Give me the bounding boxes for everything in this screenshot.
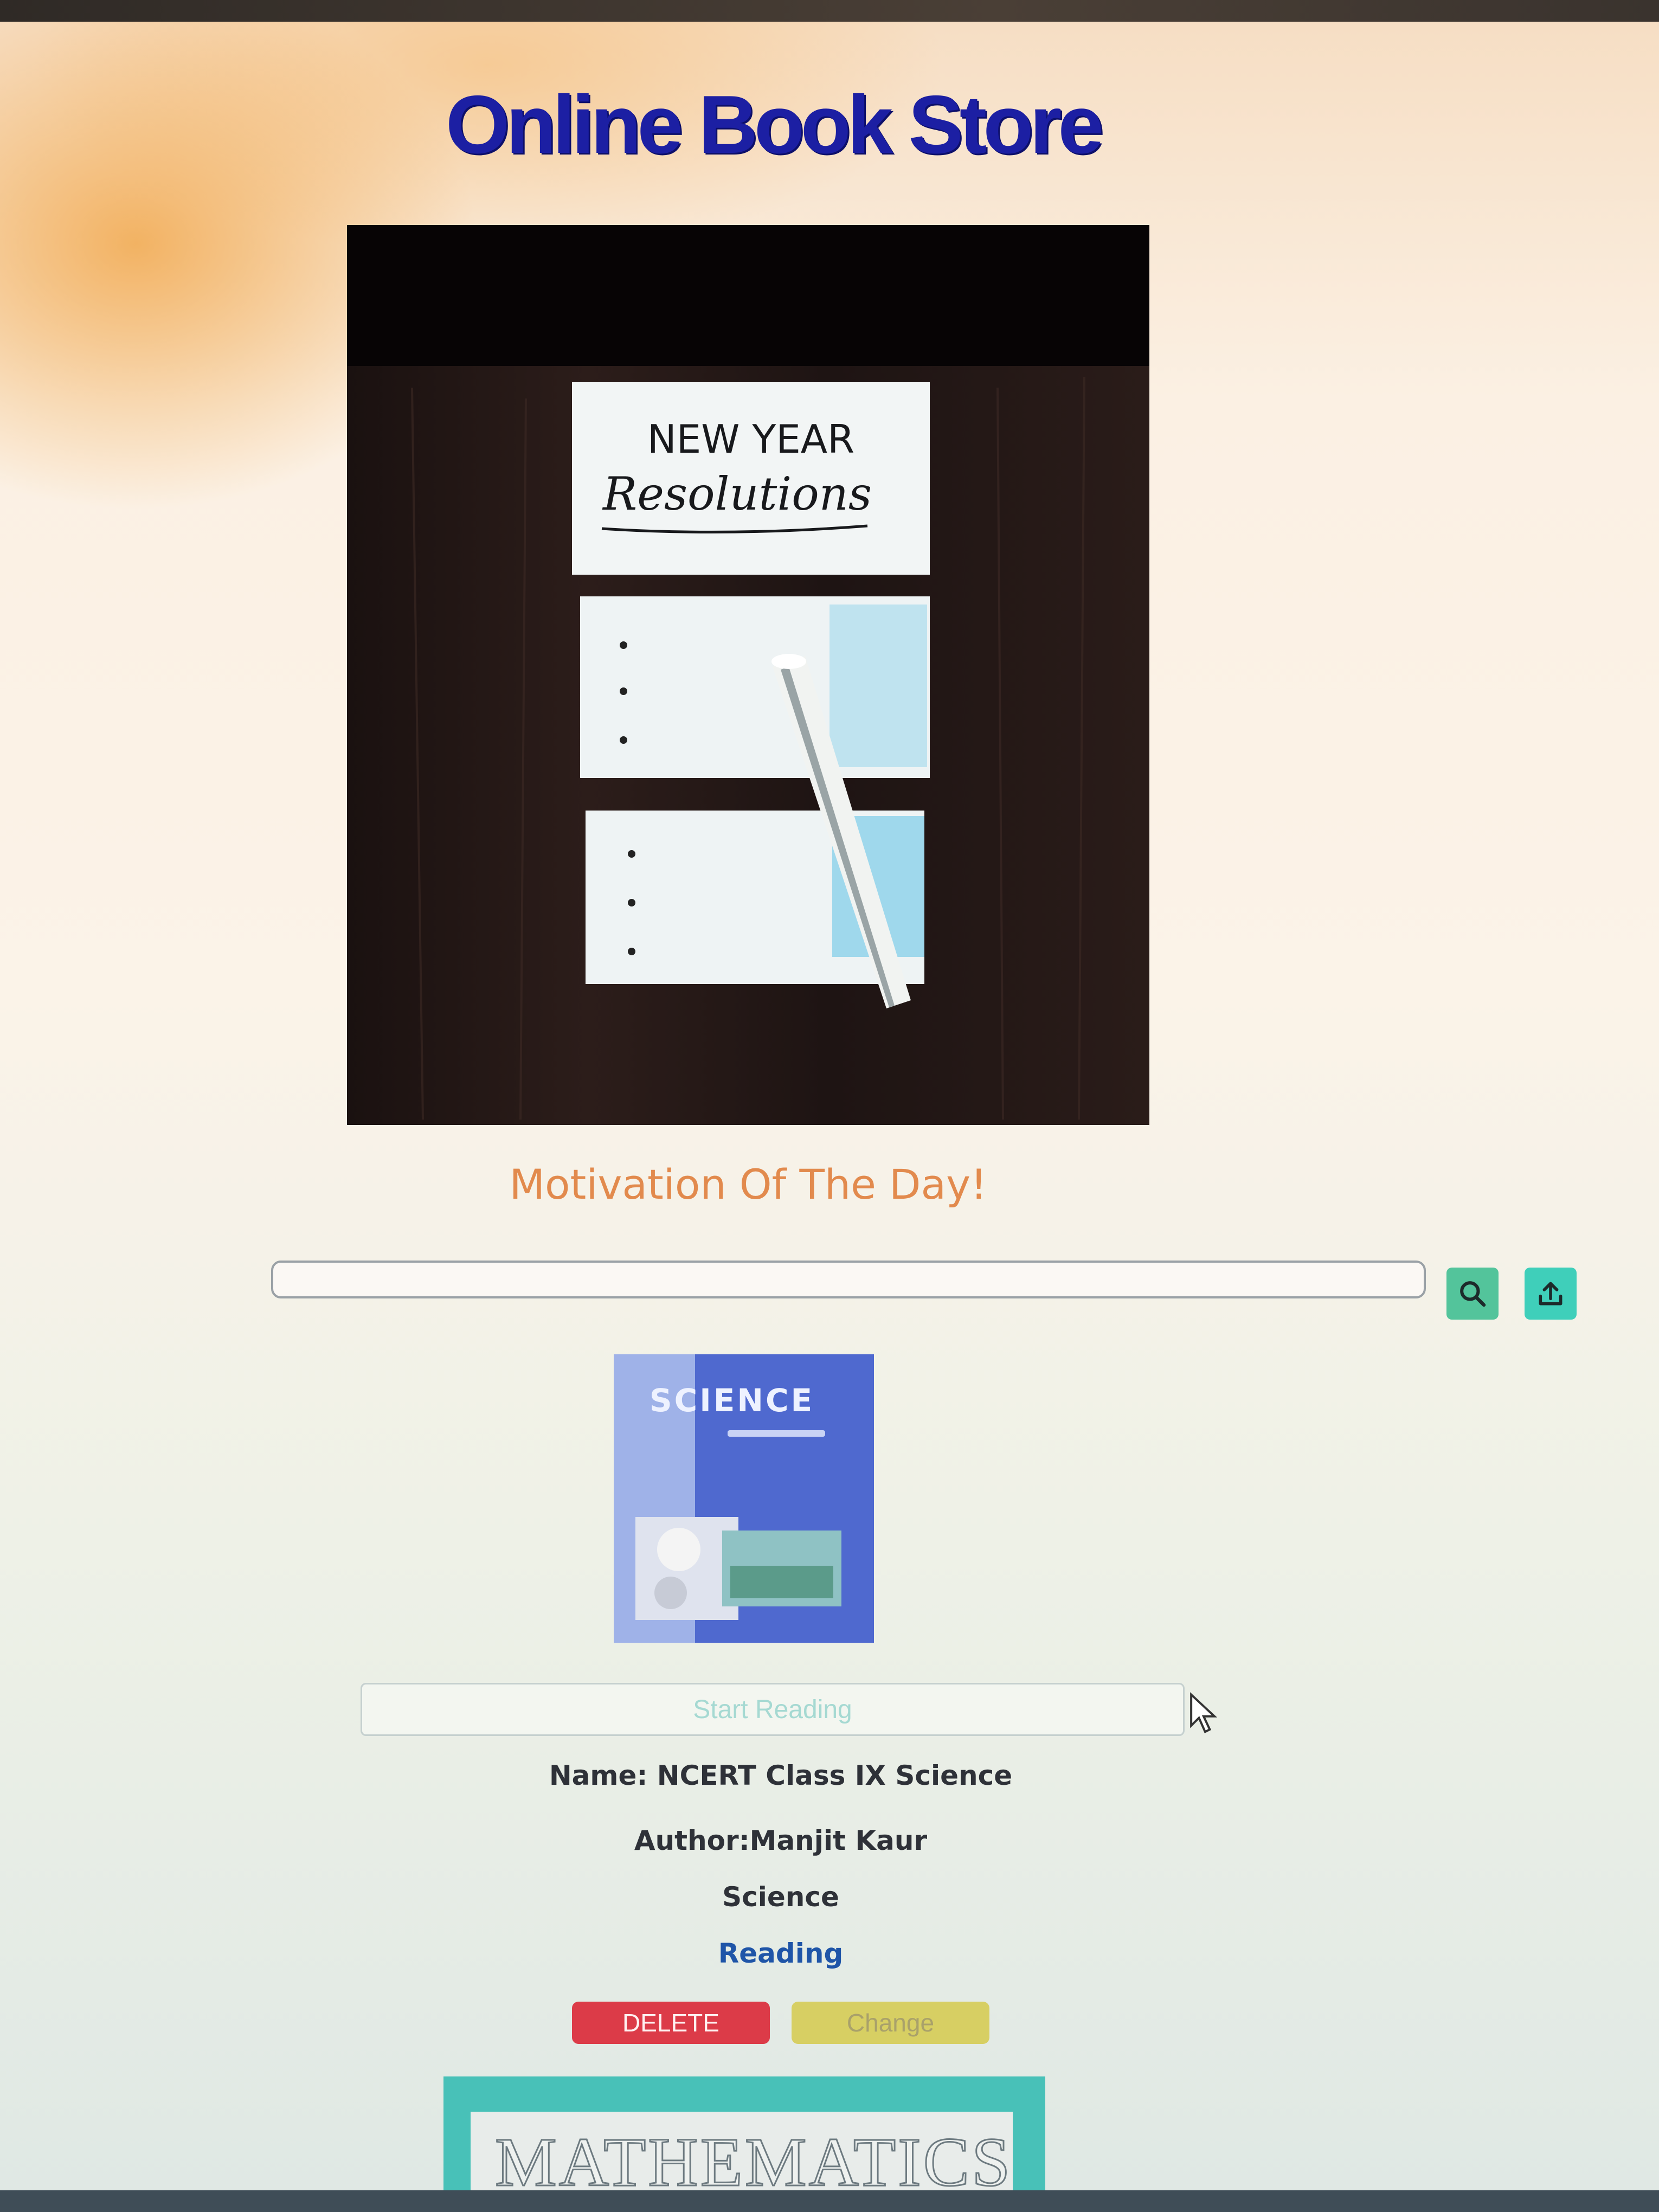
- mathematics-cover-panel: MATHEMATICS: [471, 2112, 1013, 2190]
- note-heading: NEW YEAR: [647, 416, 854, 462]
- book-cover-science[interactable]: SCIENCE: [614, 1354, 874, 1643]
- search-icon: [1460, 1281, 1486, 1307]
- motivation-image: NEW YEAR Resolutions: [347, 225, 1149, 1125]
- mouse-cursor-icon: [1190, 1692, 1218, 1734]
- delete-button[interactable]: DELETE: [572, 2002, 770, 2044]
- upload-button[interactable]: [1525, 1268, 1577, 1320]
- science-cover-title: SCIENCE: [650, 1382, 814, 1419]
- book-status-link[interactable]: Reading: [455, 1938, 1106, 1969]
- book-category: Science: [722, 1881, 839, 1913]
- change-button[interactable]: Change: [792, 2002, 989, 2044]
- search-button[interactable]: [1446, 1268, 1499, 1320]
- site-title[interactable]: Online Book Store: [446, 78, 1104, 172]
- book-author: Author:Manjit Kaur: [634, 1825, 928, 1856]
- mathematics-cover-title: MATHEMATICS: [494, 2123, 1013, 2191]
- upload-icon: [1539, 1282, 1562, 1306]
- screen-bottom-edge: [0, 2190, 1659, 2212]
- browser-top-edge: [0, 0, 1659, 22]
- search-input[interactable]: [271, 1261, 1426, 1298]
- note-subheading: Resolutions: [602, 467, 872, 520]
- book-name: Name: NCERT Class IX Science: [549, 1760, 1013, 1791]
- book-cover-mathematics[interactable]: MATHEMATICS: [443, 2076, 1045, 2190]
- motivation-caption: Motivation Of The Day!: [509, 1160, 987, 1208]
- start-reading-button[interactable]: Start Reading: [361, 1683, 1185, 1736]
- site-header: Online Book Store: [434, 76, 1104, 173]
